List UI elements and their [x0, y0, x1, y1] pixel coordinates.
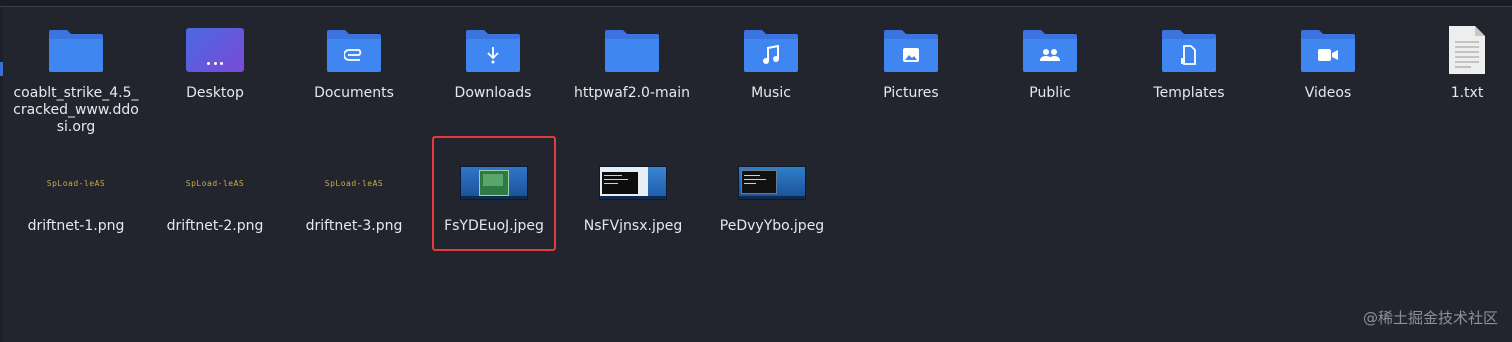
file-item-documents[interactable]: Documents: [288, 20, 420, 102]
file-item-public[interactable]: Public: [984, 20, 1116, 102]
file-item-1-txt[interactable]: 1.txt: [1401, 20, 1512, 102]
file-item-httpwaf[interactable]: httpwaf2.0-main: [566, 20, 698, 102]
file-name: driftnet-1.png: [27, 218, 125, 234]
file-name: driftnet-3.png: [305, 218, 403, 234]
watermark: @稀土掘金技术社区: [1362, 309, 1498, 327]
file-grid: coablt_strike_4.5_cracked_www.ddosi.org …: [0, 0, 1512, 342]
file-name: PeDvyYbo.jpeg: [719, 218, 825, 234]
text-file-icon: [1401, 20, 1512, 80]
file-item-pedvyybo[interactable]: PeDvyYbo.jpeg: [706, 153, 838, 235]
folder-icon: [566, 20, 698, 80]
file-name: NsFVjnsx.jpeg: [583, 218, 683, 234]
file-item-driftnet-1[interactable]: SpLoad-leAS driftnet-1.png: [10, 153, 142, 235]
folder-public-icon: [984, 20, 1116, 80]
folder-documents-icon: [288, 20, 420, 80]
file-name: Desktop: [186, 85, 244, 101]
file-item-driftnet-3[interactable]: SpLoad-leAS driftnet-3.png: [288, 153, 420, 235]
file-name: Public: [1029, 85, 1071, 101]
image-thumbnail: SpLoad-leAS: [324, 178, 384, 188]
file-name: Pictures: [883, 85, 939, 101]
file-item-desktop[interactable]: Desktop: [149, 20, 281, 102]
file-name: Videos: [1304, 85, 1352, 101]
file-item-videos[interactable]: Videos: [1262, 20, 1394, 102]
file-item-downloads[interactable]: Downloads: [427, 20, 559, 102]
image-thumbnail: SpLoad-leAS: [185, 178, 245, 188]
file-item-coablt-strike[interactable]: coablt_strike_4.5_cracked_www.ddosi.org: [10, 20, 142, 136]
file-name: Documents: [314, 85, 394, 101]
folder-templates-icon: [1123, 20, 1255, 80]
file-item-nsfvjnsx[interactable]: NsFVjnsx.jpeg: [567, 153, 699, 235]
folder-videos-icon: [1262, 20, 1394, 80]
selection-outline: [432, 136, 556, 251]
image-thumbnail: SpLoad-leAS: [46, 178, 106, 188]
image-thumbnail: [706, 153, 838, 213]
folder-downloads-icon: [427, 20, 559, 80]
file-name: coablt_strike_4.5_cracked_www.ddosi.org: [13, 85, 139, 135]
folder-icon: [10, 20, 142, 80]
file-name: Templates: [1153, 85, 1225, 101]
file-name: httpwaf2.0-main: [574, 85, 690, 101]
file-name: Downloads: [454, 85, 532, 101]
folder-pictures-icon: [845, 20, 977, 80]
file-item-pictures[interactable]: Pictures: [845, 20, 977, 102]
file-name: driftnet-2.png: [166, 218, 264, 234]
file-name: Music: [751, 85, 791, 101]
file-name: 1.txt: [1450, 85, 1484, 101]
folder-music-icon: [705, 20, 837, 80]
file-item-music[interactable]: Music: [705, 20, 837, 102]
file-item-driftnet-2[interactable]: SpLoad-leAS driftnet-2.png: [149, 153, 281, 235]
file-item-templates[interactable]: Templates: [1123, 20, 1255, 102]
image-thumbnail: [567, 153, 699, 213]
desktop-icon: [149, 20, 281, 80]
